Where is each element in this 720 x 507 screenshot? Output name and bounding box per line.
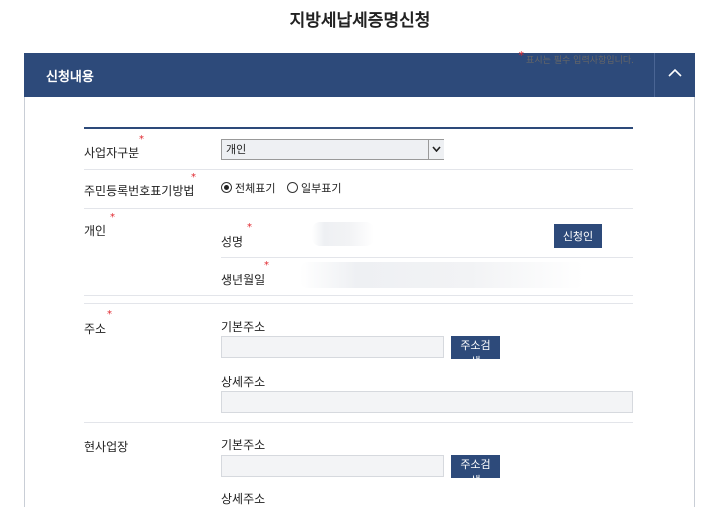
birth-date-label: 생년월일	[221, 273, 266, 287]
required-mark: *	[518, 49, 525, 62]
business-site-label: 현사업장	[84, 440, 129, 454]
radio-checked-icon	[221, 182, 232, 193]
chevron-up-icon	[668, 68, 682, 77]
basic-address-input[interactable]	[221, 336, 444, 358]
detail-address-input[interactable]	[221, 391, 633, 413]
applicant-button[interactable]: 신청인	[554, 224, 602, 248]
panel-title: 신청내용	[46, 70, 94, 85]
required-mark: *	[107, 309, 112, 320]
site-detail-address-label: 상세주소	[221, 492, 266, 506]
page-title: 지방세납세증명신청	[289, 11, 431, 31]
divider	[221, 257, 633, 258]
required-mark: *	[264, 260, 269, 271]
name-label: 성명	[221, 235, 244, 249]
required-mark: *	[110, 212, 115, 223]
radio-partial-display[interactable]: 일부표기	[286, 180, 341, 196]
site-address-search-button[interactable]: 주소검색	[451, 455, 500, 487]
business-type-select[interactable]: 개인	[221, 139, 444, 160]
individual-label: 개인	[84, 224, 107, 238]
required-note: * 표시는 필수 입력사항입니다.	[518, 49, 634, 66]
business-type-label: 사업자구분	[84, 146, 140, 160]
birth-date-value-redacted	[300, 262, 584, 288]
required-mark: *	[191, 172, 196, 183]
radio-unchecked-icon	[286, 182, 298, 193]
divider	[84, 422, 633, 423]
divider	[84, 295, 633, 296]
radio-full-display[interactable]: 전체표기	[221, 180, 275, 196]
required-mark: *	[139, 134, 144, 145]
divider	[84, 303, 633, 304]
address-search-button[interactable]: 주소검색	[451, 336, 500, 368]
address-label: 주소	[84, 322, 107, 336]
detail-address-label: 상세주소	[221, 375, 266, 389]
name-value-redacted	[312, 222, 374, 246]
basic-address-label: 기본주소	[221, 320, 266, 334]
site-basic-address-label: 기본주소	[221, 438, 266, 452]
form-top-rule	[84, 127, 633, 129]
rrn-display-label: 주민등록번호표기방법	[84, 184, 195, 198]
rrn-display-radio-group: 전체표기 일부표기	[221, 180, 349, 196]
divider	[84, 208, 633, 209]
collapse-button[interactable]	[654, 53, 695, 97]
required-mark: *	[247, 222, 252, 233]
divider	[84, 169, 633, 170]
site-basic-address-input[interactable]	[221, 455, 444, 477]
